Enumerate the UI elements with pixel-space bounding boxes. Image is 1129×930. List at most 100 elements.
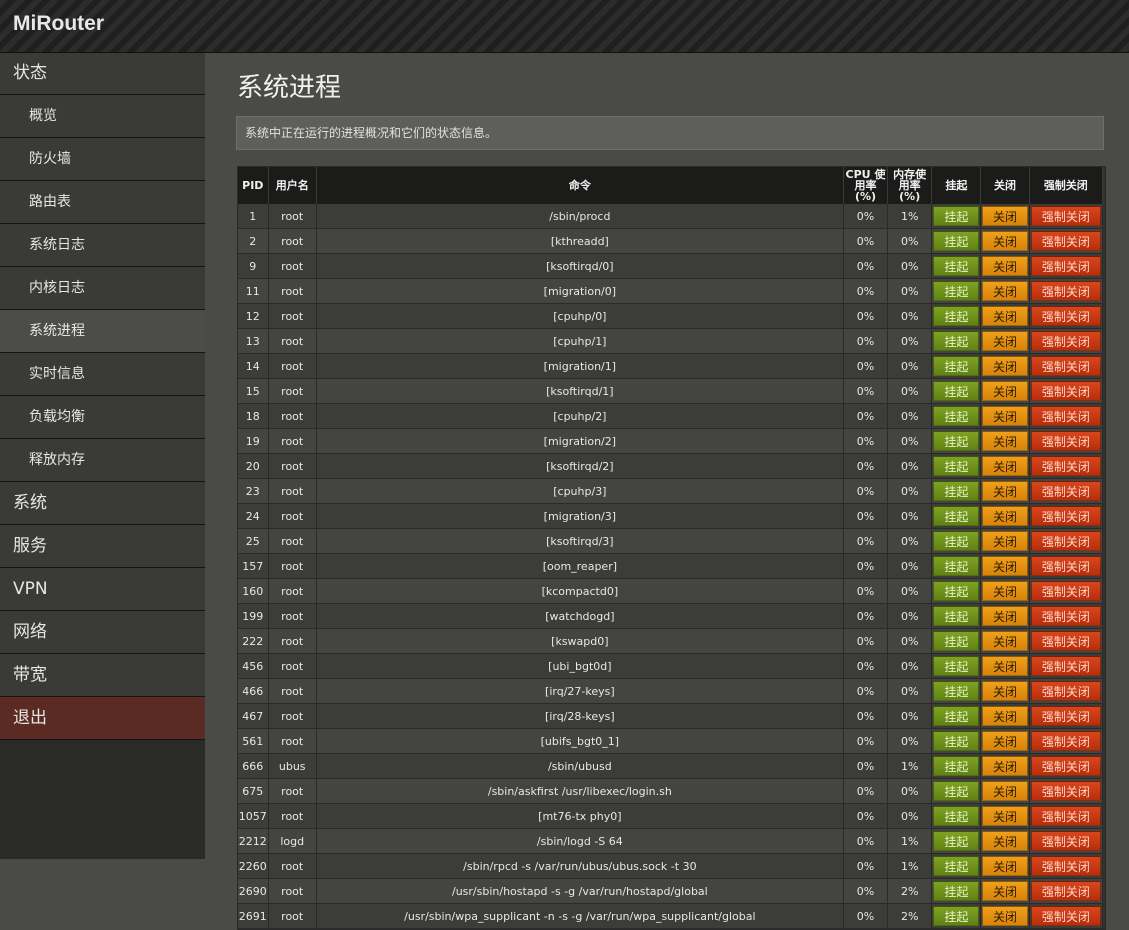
close-button[interactable]: 关闭 — [982, 681, 1028, 701]
close-button[interactable]: 关闭 — [982, 206, 1028, 226]
sidebar-item[interactable]: VPN — [0, 568, 205, 611]
kill-button[interactable]: 强制关闭 — [1030, 706, 1101, 726]
suspend-button[interactable]: 挂起 — [933, 706, 980, 726]
suspend-button[interactable]: 挂起 — [933, 256, 980, 276]
close-button[interactable]: 关闭 — [982, 381, 1028, 401]
kill-button[interactable]: 强制关闭 — [1030, 881, 1101, 901]
kill-button[interactable]: 强制关闭 — [1030, 581, 1101, 601]
sidebar-item[interactable]: 网络 — [0, 611, 205, 654]
suspend-button[interactable]: 挂起 — [933, 731, 980, 751]
kill-button[interactable]: 强制关闭 — [1030, 631, 1101, 651]
close-button[interactable]: 关闭 — [982, 856, 1028, 876]
close-button[interactable]: 关闭 — [982, 706, 1028, 726]
suspend-button[interactable]: 挂起 — [933, 906, 980, 926]
sidebar-subitem[interactable]: 系统进程 — [0, 310, 205, 353]
close-button[interactable]: 关闭 — [982, 331, 1028, 351]
suspend-button[interactable]: 挂起 — [933, 381, 980, 401]
suspend-button[interactable]: 挂起 — [933, 831, 980, 851]
suspend-button[interactable]: 挂起 — [933, 656, 980, 676]
close-button[interactable]: 关闭 — [982, 481, 1028, 501]
close-button[interactable]: 关闭 — [982, 781, 1028, 801]
suspend-button[interactable]: 挂起 — [933, 481, 980, 501]
kill-button[interactable]: 强制关闭 — [1030, 906, 1101, 926]
kill-button[interactable]: 强制关闭 — [1030, 281, 1101, 301]
close-button[interactable]: 关闭 — [982, 456, 1028, 476]
close-button[interactable]: 关闭 — [982, 881, 1028, 901]
suspend-button[interactable]: 挂起 — [933, 281, 980, 301]
close-button[interactable]: 关闭 — [982, 256, 1028, 276]
close-button[interactable]: 关闭 — [982, 531, 1028, 551]
suspend-button[interactable]: 挂起 — [933, 756, 980, 776]
close-button[interactable]: 关闭 — [982, 506, 1028, 526]
suspend-button[interactable]: 挂起 — [933, 331, 980, 351]
suspend-button[interactable]: 挂起 — [933, 581, 980, 601]
close-button[interactable]: 关闭 — [982, 431, 1028, 451]
kill-button[interactable]: 强制关闭 — [1030, 506, 1101, 526]
kill-button[interactable]: 强制关闭 — [1030, 756, 1101, 776]
kill-button[interactable]: 强制关闭 — [1030, 556, 1101, 576]
kill-button[interactable]: 强制关闭 — [1030, 481, 1101, 501]
suspend-button[interactable]: 挂起 — [933, 356, 980, 376]
close-button[interactable]: 关闭 — [982, 356, 1028, 376]
kill-button[interactable]: 强制关闭 — [1030, 331, 1101, 351]
kill-button[interactable]: 强制关闭 — [1030, 656, 1101, 676]
suspend-button[interactable]: 挂起 — [933, 606, 980, 626]
suspend-button[interactable]: 挂起 — [933, 681, 980, 701]
kill-button[interactable]: 强制关闭 — [1030, 806, 1101, 826]
sidebar-subitem[interactable]: 内核日志 — [0, 267, 205, 310]
sidebar-subitem[interactable]: 防火墙 — [0, 138, 205, 181]
suspend-button[interactable]: 挂起 — [933, 231, 980, 251]
sidebar-subitem[interactable]: 释放内存 — [0, 439, 205, 482]
sidebar-subitem[interactable]: 系统日志 — [0, 224, 205, 267]
sidebar-item-logout[interactable]: 退出 — [0, 697, 205, 740]
kill-button[interactable]: 强制关闭 — [1030, 681, 1101, 701]
sidebar-subitem[interactable]: 实时信息 — [0, 353, 205, 396]
close-button[interactable]: 关闭 — [982, 906, 1028, 926]
sidebar-subitem[interactable]: 路由表 — [0, 181, 205, 224]
sidebar-item-status[interactable]: 状态 — [0, 53, 205, 95]
close-button[interactable]: 关闭 — [982, 581, 1028, 601]
suspend-button[interactable]: 挂起 — [933, 631, 980, 651]
close-button[interactable]: 关闭 — [982, 606, 1028, 626]
kill-button[interactable]: 强制关闭 — [1030, 406, 1101, 426]
kill-button[interactable]: 强制关闭 — [1030, 456, 1101, 476]
kill-button[interactable]: 强制关闭 — [1030, 231, 1101, 251]
kill-button[interactable]: 强制关闭 — [1030, 531, 1101, 551]
kill-button[interactable]: 强制关闭 — [1030, 431, 1101, 451]
sidebar-item[interactable]: 系统 — [0, 482, 205, 525]
kill-button[interactable]: 强制关闭 — [1030, 356, 1101, 376]
kill-button[interactable]: 强制关闭 — [1030, 381, 1101, 401]
kill-button[interactable]: 强制关闭 — [1030, 781, 1101, 801]
kill-button[interactable]: 强制关闭 — [1030, 856, 1101, 876]
close-button[interactable]: 关闭 — [982, 306, 1028, 326]
brand-logo[interactable]: MiRouter — [13, 12, 104, 36]
close-button[interactable]: 关闭 — [982, 281, 1028, 301]
close-button[interactable]: 关闭 — [982, 556, 1028, 576]
close-button[interactable]: 关闭 — [982, 231, 1028, 251]
close-button[interactable]: 关闭 — [982, 806, 1028, 826]
close-button[interactable]: 关闭 — [982, 656, 1028, 676]
suspend-button[interactable]: 挂起 — [933, 306, 980, 326]
suspend-button[interactable]: 挂起 — [933, 206, 980, 226]
close-button[interactable]: 关闭 — [982, 831, 1028, 851]
suspend-button[interactable]: 挂起 — [933, 406, 980, 426]
kill-button[interactable]: 强制关闭 — [1030, 606, 1101, 626]
kill-button[interactable]: 强制关闭 — [1030, 731, 1101, 751]
kill-button[interactable]: 强制关闭 — [1030, 256, 1101, 276]
kill-button[interactable]: 强制关闭 — [1030, 206, 1101, 226]
close-button[interactable]: 关闭 — [982, 731, 1028, 751]
suspend-button[interactable]: 挂起 — [933, 781, 980, 801]
suspend-button[interactable]: 挂起 — [933, 806, 980, 826]
sidebar-item[interactable]: 带宽 — [0, 654, 205, 697]
kill-button[interactable]: 强制关闭 — [1030, 306, 1101, 326]
sidebar-item[interactable]: 服务 — [0, 525, 205, 568]
suspend-button[interactable]: 挂起 — [933, 431, 980, 451]
suspend-button[interactable]: 挂起 — [933, 856, 980, 876]
suspend-button[interactable]: 挂起 — [933, 531, 980, 551]
suspend-button[interactable]: 挂起 — [933, 506, 980, 526]
close-button[interactable]: 关闭 — [982, 406, 1028, 426]
sidebar-subitem[interactable]: 负载均衡 — [0, 396, 205, 439]
suspend-button[interactable]: 挂起 — [933, 456, 980, 476]
close-button[interactable]: 关闭 — [982, 631, 1028, 651]
sidebar-subitem[interactable]: 概览 — [0, 95, 205, 138]
